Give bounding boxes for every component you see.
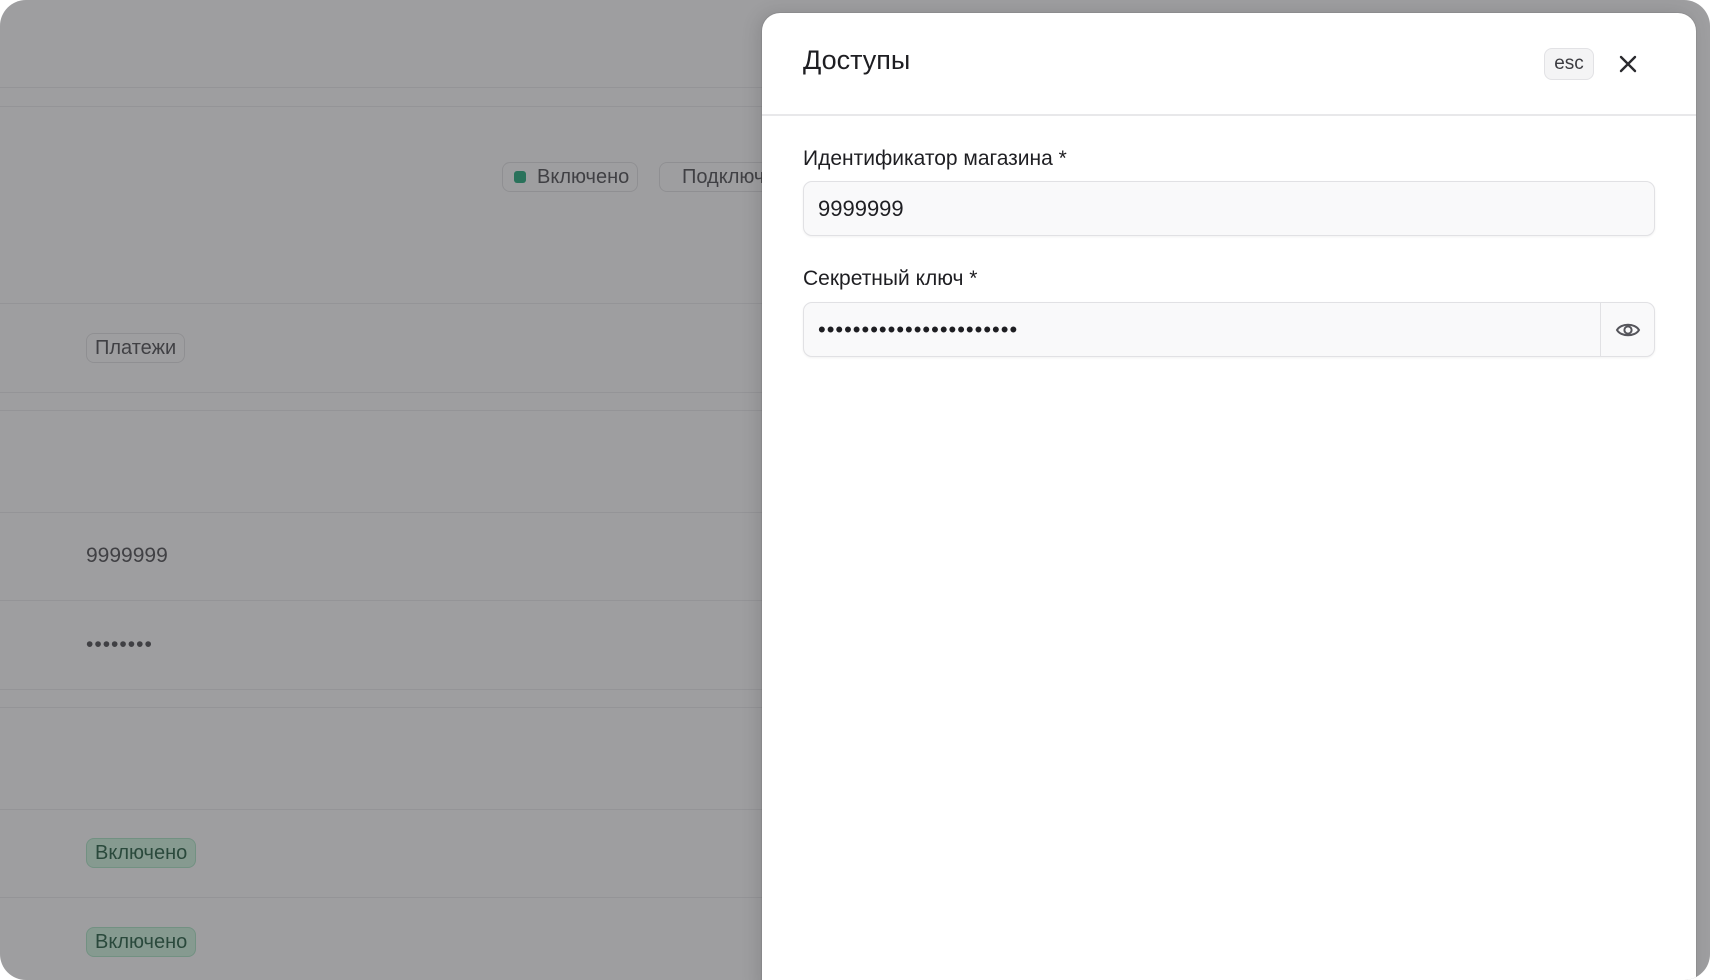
shop-id-input[interactable]: 9999999 [803, 181, 1655, 236]
drawer-title: Доступы [803, 45, 911, 75]
toggle-visibility-button[interactable] [1600, 303, 1654, 356]
eye-icon [1615, 323, 1640, 336]
app-window: Включено Подключено Платежи 9999999 ••••… [0, 0, 1710, 980]
secret-key-input[interactable]: ••••••••••••••••••••••• [803, 302, 1655, 357]
drawer-header: Доступы esc [762, 13, 1696, 116]
secret-key-label: Секретный ключ * [803, 267, 978, 290]
shop-id-input-value: 9999999 [818, 195, 904, 221]
esc-shortcut-badge: esc [1544, 48, 1594, 80]
shop-id-label: Идентификатор магазина * [803, 147, 1067, 170]
access-drawer: Доступы esc Идентификатор магазина * 999… [762, 13, 1696, 980]
close-button[interactable] [1615, 51, 1641, 77]
close-icon [1619, 55, 1637, 73]
secret-key-input-value: ••••••••••••••••••••••• [818, 316, 1019, 342]
